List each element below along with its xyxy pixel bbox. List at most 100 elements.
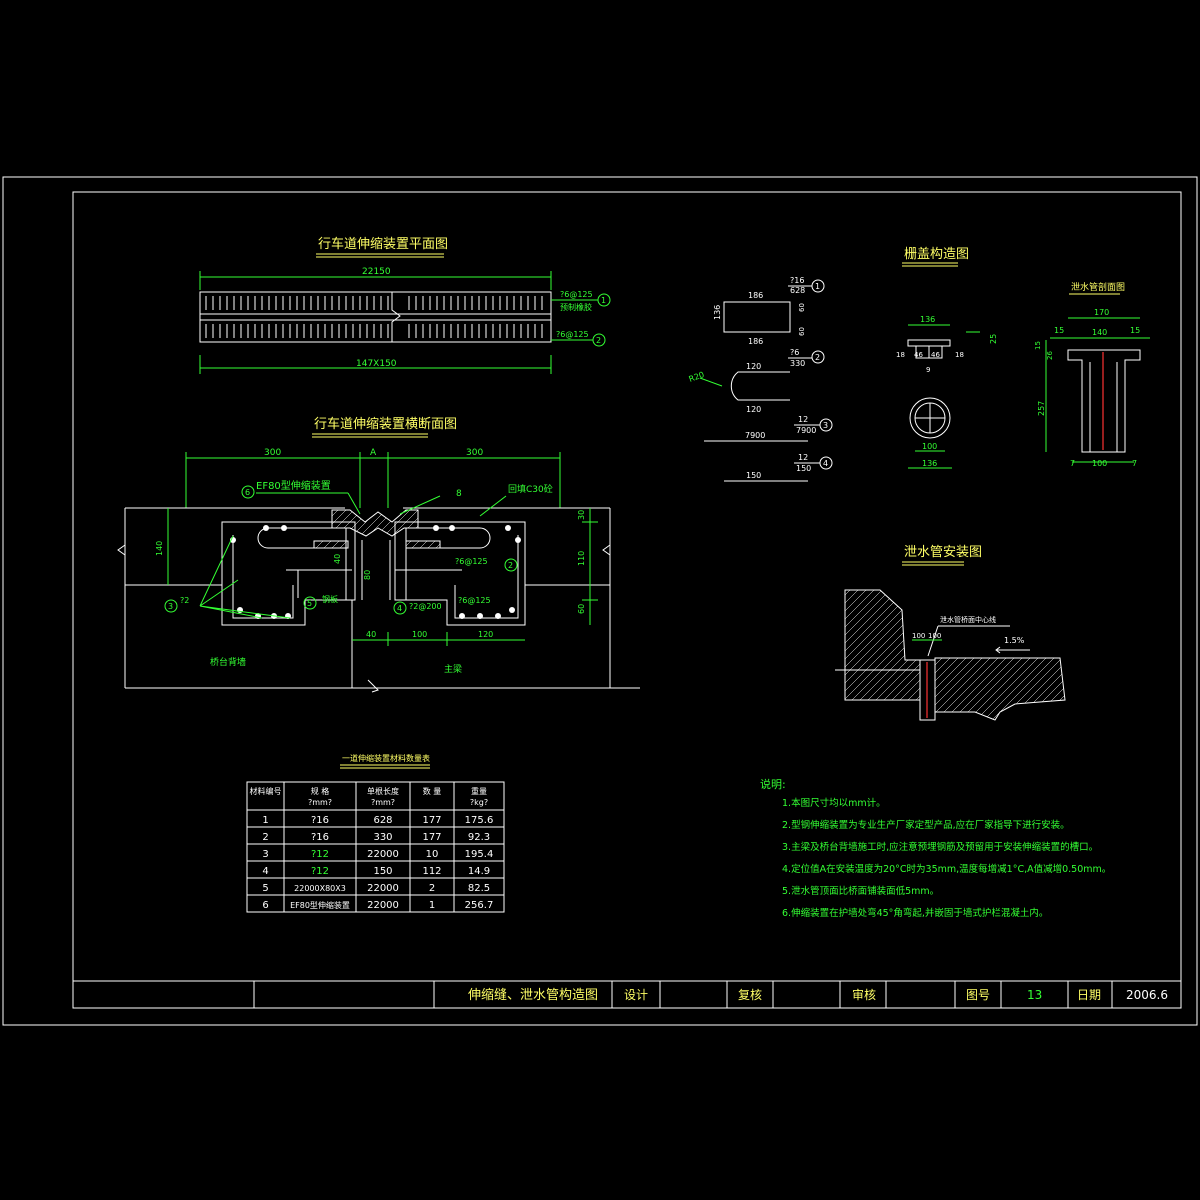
date-value: 2006.6 bbox=[1126, 988, 1168, 1002]
rebar-dot bbox=[505, 525, 511, 531]
notes-heading: 说明: bbox=[760, 777, 786, 791]
rebar2-radius: R20 bbox=[688, 370, 706, 384]
table-title: 一道伸缩装置材料数量表 bbox=[342, 753, 430, 763]
table-cell-wt: 82.5 bbox=[468, 883, 490, 894]
install-slope: 1.5% bbox=[1004, 636, 1025, 645]
note-item: 6.伸缩装置在护墙处弯45°角弯起,并嵌固于墙式护栏混凝土内。 bbox=[782, 907, 1048, 919]
install-title: 泄水管安装图 bbox=[904, 545, 982, 560]
plan-mark-1: 1 bbox=[601, 296, 606, 305]
table-cell-spec: ?16 bbox=[311, 815, 329, 826]
section-dim-30: 30 bbox=[577, 510, 586, 520]
notes: 说明: 1.本图尺寸均以mm计。 2.型钢伸缩装置为专业生产厂家定型产品,应在厂家… bbox=[760, 777, 1111, 919]
rebar-dot bbox=[509, 607, 515, 613]
table-cell-qty: 177 bbox=[422, 815, 441, 826]
rebar4-length-dim: 150 bbox=[746, 471, 761, 480]
table-cell-len: 330 bbox=[373, 832, 392, 843]
table-cell-wt: 195.4 bbox=[465, 849, 494, 860]
note-item: 5.泄水管顶面比桥面铺装面低5mm。 bbox=[782, 885, 939, 897]
rebar-details: 186 136 186 60 60 ?16 628 1 120 120 R20 … bbox=[688, 276, 833, 482]
cover-dim-25: 25 bbox=[989, 334, 998, 344]
table-header: 数 量 bbox=[423, 786, 442, 796]
rebar2-spec: ?6 bbox=[790, 348, 799, 357]
section-dim-80: 80 bbox=[363, 570, 372, 580]
rebar-mark-3: 3 bbox=[823, 421, 828, 430]
title-block: 伸缩缝、泄水管构造图 设计 复核 审核 图号 13 日期 2006.6 bbox=[72, 980, 1182, 1009]
review-label: 审核 bbox=[852, 987, 876, 1002]
plan-mark-2: 2 bbox=[596, 336, 601, 345]
section-mark-22: ?2 bbox=[180, 596, 189, 605]
section-mark-6: 6 bbox=[245, 488, 250, 497]
table-header-unit: ?mm? bbox=[371, 798, 395, 807]
note-item: 2.型钢伸缩装置为专业生产厂家定型产品,应在厂家指导下进行安装。 bbox=[782, 819, 1070, 831]
pipe-dim-100: 100 bbox=[1092, 459, 1107, 468]
rebar-dot bbox=[495, 613, 501, 619]
rebar2-top-dim: 120 bbox=[746, 362, 761, 371]
pipe-dim-170: 170 bbox=[1094, 308, 1109, 317]
table-cell-no: 4 bbox=[262, 866, 268, 877]
rebar1-right-dim-2: 60 bbox=[798, 327, 806, 336]
cover-dim-18b: 18 bbox=[955, 351, 964, 359]
table-cell-qty: 10 bbox=[426, 849, 439, 860]
section-girder-label: 主梁 bbox=[444, 663, 462, 675]
plan-view: 行车道伸缩装置平面图 22150 147X150 ?6@125 预制橡胶 1 ?… bbox=[199, 236, 611, 374]
drawing-title: 伸缩缝、泄水管构造图 bbox=[468, 987, 598, 1003]
section-mark-3: 3 bbox=[168, 602, 173, 611]
pipe-dim-7b: 7 bbox=[1132, 459, 1137, 468]
table-cell-no: 6 bbox=[262, 900, 268, 911]
table-cell-wt: 92.3 bbox=[468, 832, 490, 843]
section-dim-110: 110 bbox=[577, 551, 586, 566]
rebar-mark-2: 2 bbox=[815, 353, 820, 362]
plan-total-dim: 22150 bbox=[362, 267, 391, 277]
section-steel-plate: 钢板 bbox=[322, 594, 338, 604]
rebar-mark-4: 4 bbox=[823, 459, 828, 468]
rebar1-left-dim: 136 bbox=[713, 305, 722, 320]
plan-spacing-dim: 147X150 bbox=[356, 359, 397, 369]
rebar-dot bbox=[263, 525, 269, 531]
section-concrete-label: 回填C30砼 bbox=[508, 483, 553, 495]
pipe-view: 泄水管剖面图 170 15 140 15 15 26 257 7 100 7 bbox=[1034, 281, 1150, 468]
cover-dim-46a: 46 bbox=[914, 351, 923, 359]
section-dim-40a: 40 bbox=[333, 554, 342, 564]
rebar-dot bbox=[459, 613, 465, 619]
section-dim-120: 120 bbox=[478, 630, 493, 639]
cover-view: 栅盖构造图 136 18 46 46 18 9 25 100 136 bbox=[896, 247, 998, 469]
pipe-title: 泄水管剖面图 bbox=[1071, 281, 1125, 293]
rebar1-length: 628 bbox=[790, 286, 805, 295]
note-item: 4.定位值A在安装温度为20°C时为35mm,温度每增减1°C,A值减增0.50… bbox=[782, 863, 1111, 875]
table-cell-no: 3 bbox=[262, 849, 268, 860]
section-device-label: EF80型伸缩装置 bbox=[256, 479, 331, 492]
rebar3-total: 7900 bbox=[796, 426, 816, 435]
rebar2-bottom-dim: 120 bbox=[746, 405, 761, 414]
table-cell-len: 628 bbox=[373, 815, 392, 826]
section-dim-100: 100 bbox=[412, 630, 427, 639]
rebar-dot bbox=[515, 537, 521, 543]
table-cell-qty: 177 bbox=[422, 832, 441, 843]
table-cell-spec: ?12 bbox=[311, 849, 329, 860]
rebar-mark-1: 1 bbox=[815, 282, 820, 291]
table-cell-len: 22000 bbox=[367, 883, 399, 894]
material-table: 一道伸缩装置材料数量表 材料编号 规 格 ?mm? 单根长度 ?mm? 数 量 重量 ?kg?… bbox=[246, 753, 505, 913]
section-dim-40: 40 bbox=[366, 630, 376, 639]
pipe-dim-15v: 15 bbox=[1034, 341, 1042, 350]
cover-dim-46b: 46 bbox=[931, 351, 940, 359]
table-cell-spec: EF80型伸缩装置 bbox=[290, 900, 350, 910]
cad-drawing: 行车道伸缩装置平面图 22150 147X150 ?6@125 预制橡胶 1 ?… bbox=[2, 176, 1198, 1026]
cover-title: 栅盖构造图 bbox=[904, 247, 969, 262]
table-header: 单根长度 bbox=[367, 786, 399, 796]
table-cell-len: 22000 bbox=[367, 849, 399, 860]
pipe-dim-7a: 7 bbox=[1070, 459, 1075, 468]
section-abutment-label: 桥台背墙 bbox=[210, 656, 246, 668]
table-cell-spec: 22000X80X3 bbox=[294, 884, 346, 893]
install-centerline-note: 泄水管桥面中心线 bbox=[940, 615, 996, 624]
note-item: 3.主梁及桥台背墙施工时,应注意预埋钢筋及预留用于安装伸缩装置的槽口。 bbox=[782, 841, 1098, 853]
rebar1-top-dim: 186 bbox=[748, 291, 763, 300]
cover-dim-18a: 18 bbox=[896, 351, 905, 359]
table-header-unit: ?kg? bbox=[470, 798, 488, 807]
table-cell-spec: ?16 bbox=[311, 832, 329, 843]
rebar1-right-dim-1: 60 bbox=[798, 303, 806, 312]
section-dim-300-left: 300 bbox=[264, 448, 281, 458]
pipe-dim-15b: 15 bbox=[1130, 326, 1140, 335]
pipe-dim-15a: 15 bbox=[1054, 326, 1064, 335]
table-cell-wt: 175.6 bbox=[465, 815, 494, 826]
cover-dim-100: 100 bbox=[922, 442, 937, 451]
